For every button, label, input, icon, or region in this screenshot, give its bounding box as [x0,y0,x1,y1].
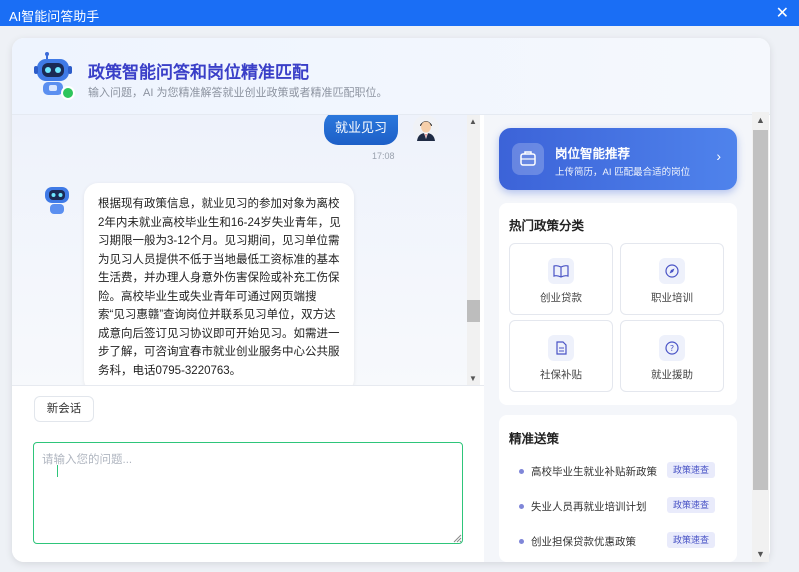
page-scrollbar-thumb[interactable] [753,130,768,490]
chevron-right-icon: › [716,148,721,164]
scroll-down-arrow-icon[interactable]: ▼ [469,374,477,383]
category-vocational-training[interactable]: 职业培训 [620,243,724,315]
bullet-dot [519,504,524,509]
bot-message-bubble: 根据现有政策信息，就业见习的参加对象为离校2年内未就业高校毕业生和16-24岁失… [84,183,354,385]
composer: 新会话 请输入您的问题... 发送 [12,385,484,562]
category-label: 就业援助 [651,369,693,381]
svg-text:?: ? [670,344,674,353]
policy-tag: 政策速查 [667,497,716,513]
precise-policy-card: 精准送策 高校毕业生就业补贴新政策 政策速查 失业人员再就业培训计划 政策速查 … [499,415,737,562]
chat-scrollbar-thumb[interactable] [467,300,480,322]
header: 政策智能问答和岗位精准匹配 输入问题，AI 为您精准解答就业创业政策或者精准匹配… [12,38,770,115]
hot-policy-card: 热门政策分类 创业贷款 职业培训 社保补贴 ? 就业援助 [499,203,737,405]
bullet-dot [519,539,524,544]
bot-message-text: 根据现有政策信息，就业见习的参加对象为离校2年内未就业高校毕业生和16-24岁失… [98,198,341,377]
precise-policy-heading: 精准送策 [509,432,560,446]
precise-item[interactable]: 失业人员再就业培训计划 政策速查 [519,497,739,515]
category-label: 创业贷款 [540,292,582,304]
book-icon [548,258,574,284]
right-panel: 岗位智能推荐 上传简历，AI 匹配最合适的岗位 › 热门政策分类 创业贷款 职业… [484,115,763,562]
category-startup-loan[interactable]: 创业贷款 [509,243,613,315]
question-input-placeholder: 请输入您的问题... [42,454,133,466]
scroll-up-arrow-icon[interactable]: ▲ [469,117,477,126]
hot-policy-heading: 热门政策分类 [509,219,585,233]
close-icon[interactable]: ✕ [776,3,789,23]
user-message-bubble: 就业见习 [324,115,398,145]
category-label: 社保补贴 [540,369,582,381]
job-card-title: 岗位智能推荐 [555,147,631,161]
precise-item-label: 高校毕业生就业补贴新政策 [531,466,657,478]
job-card-subtitle: 上传简历，AI 匹配最合适的岗位 [555,167,691,178]
policy-tag: 政策速查 [667,532,716,548]
category-social-insurance[interactable]: 社保补贴 [509,320,613,392]
chat-message-list[interactable]: 就业见习 17:08 根据现有政策信息，就业见习的参加对象为离校2年内未就业高校… [12,115,480,385]
resize-handle-icon[interactable] [452,533,462,543]
question-input[interactable]: 请输入您的问题... 发送 [33,442,463,544]
scroll-up-arrow-icon[interactable]: ▲ [756,115,765,125]
scroll-down-arrow-icon[interactable]: ▼ [756,549,765,559]
document-icon [548,335,574,361]
briefcase-icon [512,143,544,175]
text-caret [57,465,58,477]
online-status-dot [61,86,75,100]
new-chat-button[interactable]: 新会话 [34,396,94,422]
precise-item-label: 创业担保贷款优惠政策 [531,536,636,548]
page-scrollbar[interactable]: ▲ ▼ [752,112,769,562]
category-label: 职业培训 [651,292,693,304]
job-recommend-card[interactable]: 岗位智能推荐 上传简历，AI 匹配最合适的岗位 › [499,128,737,190]
user-avatar [413,115,439,141]
precise-item[interactable]: 高校毕业生就业补贴新政策 政策速查 [519,462,739,480]
category-employment-aid[interactable]: ? 就业援助 [620,320,724,392]
precise-item[interactable]: 创业担保贷款优惠政策 政策速查 [519,532,739,550]
help-icon: ? [659,335,685,361]
window-title: AI智能问答助手 [9,9,100,24]
page-subtitle: 输入问题，AI 为您精准解答就业创业政策或者精准匹配职位。 [88,87,388,99]
assistant-window: 政策智能问答和岗位精准匹配 输入问题，AI 为您精准解答就业创业政策或者精准匹配… [12,38,770,562]
page-title: 政策智能问答和岗位精准匹配 [88,63,309,82]
message-timestamp: 17:08 [372,151,395,161]
bot-avatar-icon [45,187,69,214]
bullet-dot [519,469,524,474]
title-bar: AI智能问答助手 ✕ [0,0,799,26]
compass-icon [659,258,685,284]
chat-scrollbar[interactable]: ▲ ▼ [467,115,480,385]
policy-tag: 政策速查 [667,462,716,478]
precise-item-label: 失业人员再就业培训计划 [531,501,647,513]
